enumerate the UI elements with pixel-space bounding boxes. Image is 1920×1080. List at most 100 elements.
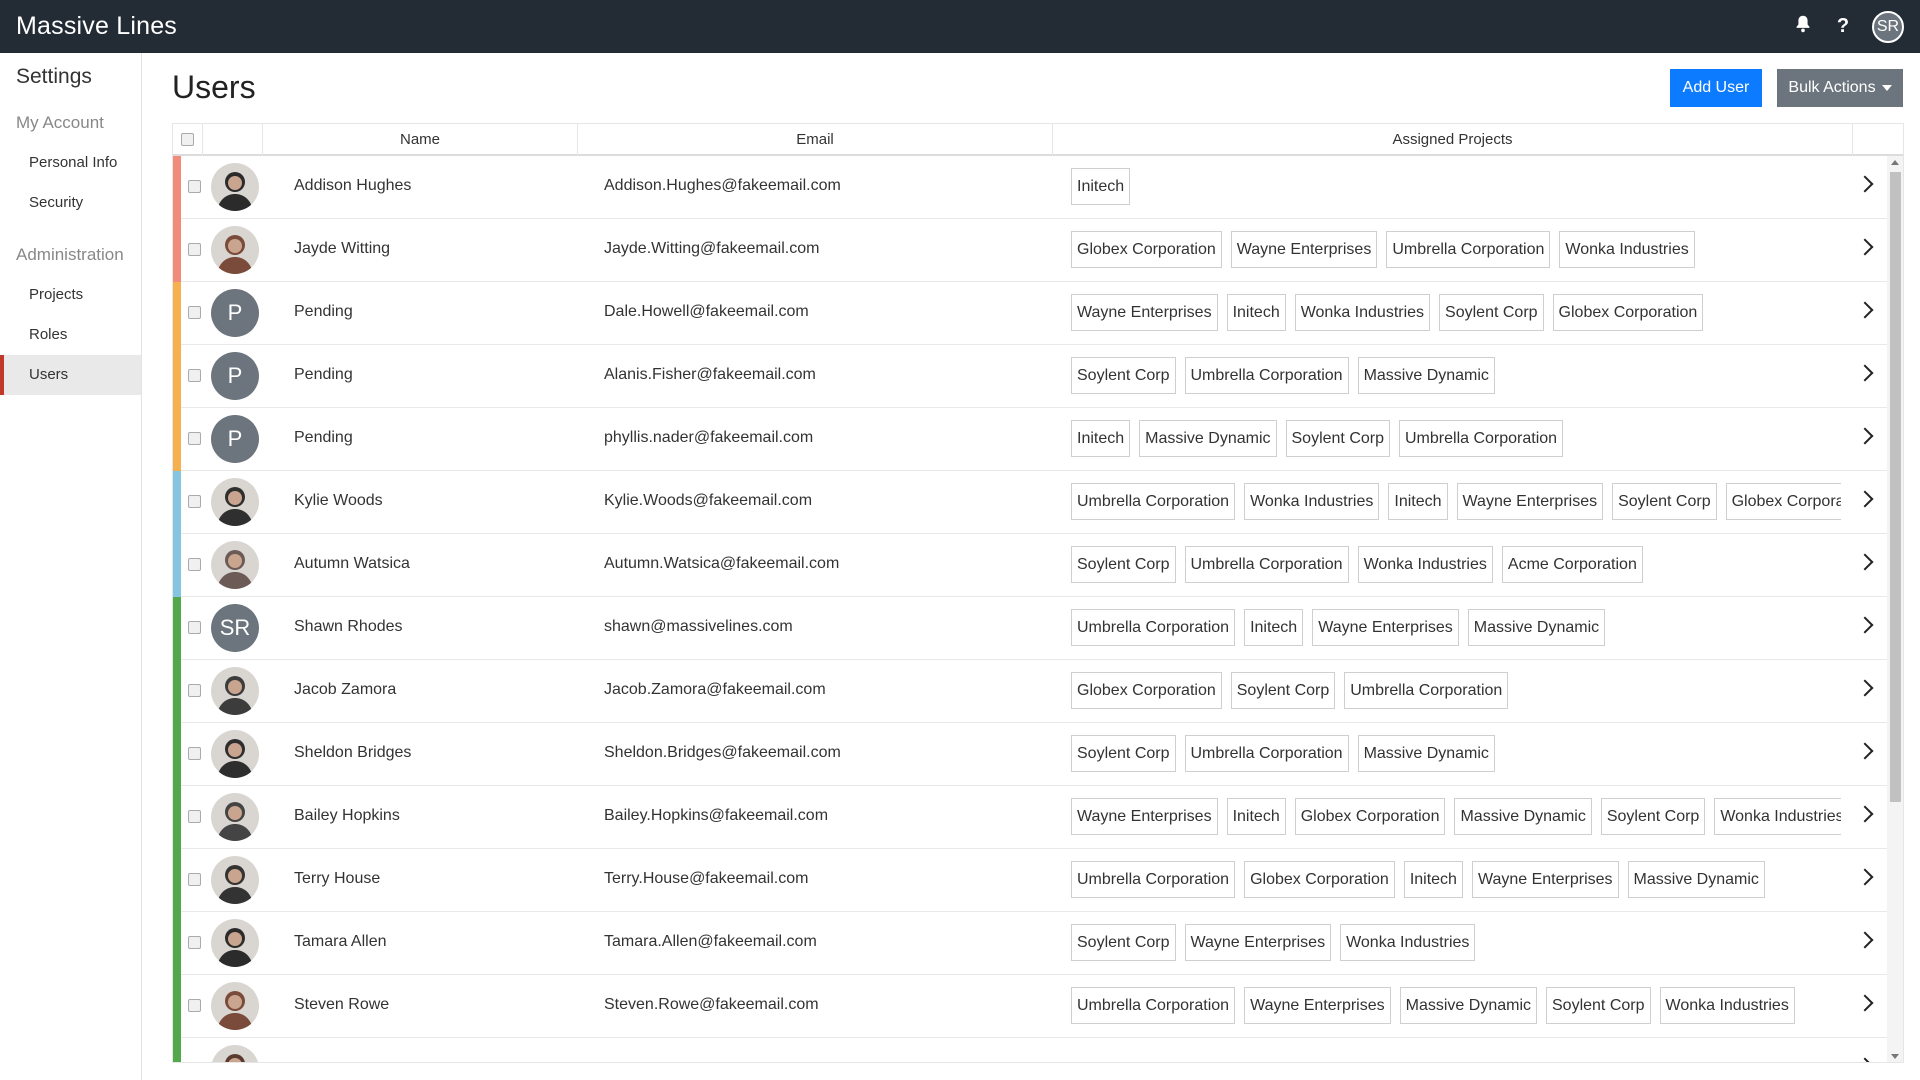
project-tag[interactable]: Globex Corporation — [1071, 231, 1222, 268]
project-tag[interactable]: Wonka Industries — [1340, 924, 1476, 961]
select-all-checkbox[interactable] — [181, 133, 194, 146]
chevron-right-icon[interactable] — [1856, 742, 1874, 760]
user-name[interactable]: Jayde Witting — [294, 219, 390, 282]
header-name[interactable]: Name — [263, 124, 578, 156]
scroll-down-icon[interactable] — [1891, 1054, 1899, 1059]
user-name[interactable]: Bailey Hopkins — [294, 786, 400, 849]
user-name[interactable]: Terry House — [294, 849, 380, 912]
project-tag[interactable]: Wayne Enterprises — [1230, 231, 1378, 268]
chevron-right-icon[interactable] — [1856, 868, 1874, 886]
user-name[interactable]: Pending — [294, 282, 353, 345]
table-row[interactable]: Tamara Allen Tamara.Allen@fakeemail.com So… — [173, 912, 1887, 975]
project-tag[interactable]: Massive Dynamic — [1357, 735, 1495, 772]
project-tag[interactable]: Umbrella Corporation — [1184, 735, 1349, 772]
sidebar-item-roles[interactable]: Roles — [0, 315, 141, 355]
project-tag[interactable]: Umbrella Corporation — [1184, 357, 1349, 394]
project-tag[interactable]: Wonka Industries — [1559, 231, 1695, 268]
table-row[interactable] — [173, 1038, 1887, 1063]
help-icon[interactable]: ? — [1832, 15, 1854, 38]
chevron-right-icon[interactable] — [1856, 238, 1874, 256]
project-tag[interactable]: Soylent Corp — [1546, 987, 1651, 1024]
row-checkbox[interactable] — [188, 495, 201, 508]
chevron-right-icon[interactable] — [1856, 490, 1874, 508]
row-checkbox[interactable] — [188, 936, 201, 949]
project-tag[interactable]: Soylent Corp — [1071, 735, 1176, 772]
project-tag[interactable]: Soylent Corp — [1600, 798, 1706, 835]
project-tag[interactable]: Globex Corporation — [1294, 798, 1446, 835]
project-tag[interactable]: Massive Dynamic — [1627, 861, 1765, 898]
user-name[interactable]: Steven Rowe — [294, 975, 389, 1038]
app-title[interactable]: Massive Lines — [16, 12, 177, 41]
project-tag[interactable]: Soylent Corp — [1285, 420, 1390, 457]
user-avatar[interactable]: SR — [1872, 10, 1904, 43]
project-tag[interactable]: Umbrella Corporation — [1071, 861, 1236, 898]
project-tag[interactable]: Soylent Corp — [1612, 483, 1717, 520]
project-tag[interactable]: Globex Corporation — [1244, 861, 1395, 898]
project-tag[interactable]: Umbrella Corporation — [1071, 987, 1236, 1024]
project-tag[interactable]: Massive Dynamic — [1139, 420, 1277, 457]
table-row[interactable]: Autumn Watsica Autumn.Watsica@fakeemail.c… — [173, 534, 1887, 597]
project-tag[interactable]: Wayne Enterprises — [1456, 483, 1604, 520]
user-name[interactable]: Shawn Rhodes — [294, 597, 403, 660]
table-row[interactable]: P Pending Alanis.Fisher@fakeemail.com Soyle… — [173, 345, 1887, 408]
project-tag[interactable]: Wonka Industries — [1244, 483, 1380, 520]
row-checkbox[interactable] — [188, 369, 201, 382]
sidebar-item-projects[interactable]: Projects — [0, 275, 141, 315]
table-row[interactable]: Kylie Woods Kylie.Woods@fakeemail.com Umbr… — [173, 471, 1887, 534]
row-checkbox[interactable] — [188, 747, 201, 760]
project-tag[interactable]: Wayne Enterprises — [1312, 609, 1459, 646]
project-tag[interactable]: Soylent Corp — [1071, 546, 1176, 583]
table-row[interactable]: Steven Rowe Steven.Rowe@fakeemail.com Umbr… — [173, 975, 1887, 1038]
chevron-right-icon[interactable] — [1856, 301, 1874, 319]
scrollbar-thumb[interactable] — [1890, 172, 1901, 802]
project-tag[interactable]: Umbrella Corporation — [1344, 672, 1509, 709]
project-tag[interactable]: Umbrella Corporation — [1071, 483, 1236, 520]
table-row[interactable]: Addison Hughes Addison.Hughes@fakeemail.c… — [173, 156, 1887, 219]
sidebar-item-personal-info[interactable]: Personal Info — [0, 143, 141, 183]
table-row[interactable]: P Pending Dale.Howell@fakeemail.com Wayne E… — [173, 282, 1887, 345]
sidebar-item-users[interactable]: Users — [0, 355, 141, 395]
project-tag[interactable]: Wayne Enterprises — [1071, 798, 1218, 835]
project-tag[interactable]: Soylent Corp — [1071, 357, 1176, 394]
row-checkbox[interactable] — [188, 684, 201, 697]
row-checkbox[interactable] — [188, 243, 201, 256]
project-tag[interactable]: Wayne Enterprises — [1471, 861, 1619, 898]
project-tag[interactable]: Initech — [1226, 798, 1286, 835]
chevron-right-icon[interactable] — [1856, 175, 1874, 193]
row-checkbox[interactable] — [188, 558, 201, 571]
project-tag[interactable]: Soylent Corp — [1439, 294, 1544, 331]
table-scrollbar[interactable] — [1887, 156, 1903, 1062]
project-tag[interactable]: Globex Corporation — [1552, 294, 1704, 331]
chevron-right-icon[interactable] — [1856, 427, 1874, 445]
project-tag[interactable]: Acme Corporation — [1501, 546, 1643, 583]
project-tag[interactable]: Soylent Corp — [1230, 672, 1336, 709]
chevron-right-icon[interactable] — [1856, 1057, 1874, 1062]
row-checkbox[interactable] — [188, 1062, 201, 1063]
user-name[interactable]: Pending — [294, 408, 353, 471]
table-row[interactable]: Sheldon Bridges Sheldon.Bridges@fakeemail… — [173, 723, 1887, 786]
user-name[interactable]: Tamara Allen — [294, 912, 387, 975]
project-tag[interactable]: Globex Corporation — [1071, 672, 1222, 709]
project-tag[interactable]: Wayne Enterprises — [1244, 987, 1391, 1024]
row-checkbox[interactable] — [188, 432, 201, 445]
project-tag[interactable]: Globex Corporation — [1725, 483, 1841, 520]
project-tag[interactable]: Initech — [1244, 609, 1304, 646]
project-tag[interactable]: Umbrella Corporation — [1386, 231, 1551, 268]
user-name[interactable]: Pending — [294, 345, 353, 408]
bulk-actions-button[interactable]: Bulk Actions — [1777, 69, 1903, 107]
row-checkbox[interactable] — [188, 621, 201, 634]
user-name[interactable]: Jacob Zamora — [294, 660, 396, 723]
project-tag[interactable]: Initech — [1226, 294, 1286, 331]
project-tag[interactable]: Umbrella Corporation — [1399, 420, 1564, 457]
chevron-right-icon[interactable] — [1856, 679, 1874, 697]
project-tag[interactable]: Initech — [1388, 483, 1448, 520]
user-name[interactable]: Kylie Woods — [294, 471, 383, 534]
chevron-right-icon[interactable] — [1856, 553, 1874, 571]
table-row[interactable]: Terry House Terry.House@fakeemail.com Umbr… — [173, 849, 1887, 912]
project-tag[interactable]: Initech — [1071, 420, 1131, 457]
chevron-right-icon[interactable] — [1856, 931, 1874, 949]
project-tag[interactable]: Massive Dynamic — [1454, 798, 1592, 835]
table-row[interactable]: Jayde Witting Jayde.Witting@fakeemail.com… — [173, 219, 1887, 282]
sidebar-item-security[interactable]: Security — [0, 183, 141, 223]
row-checkbox[interactable] — [188, 999, 201, 1012]
